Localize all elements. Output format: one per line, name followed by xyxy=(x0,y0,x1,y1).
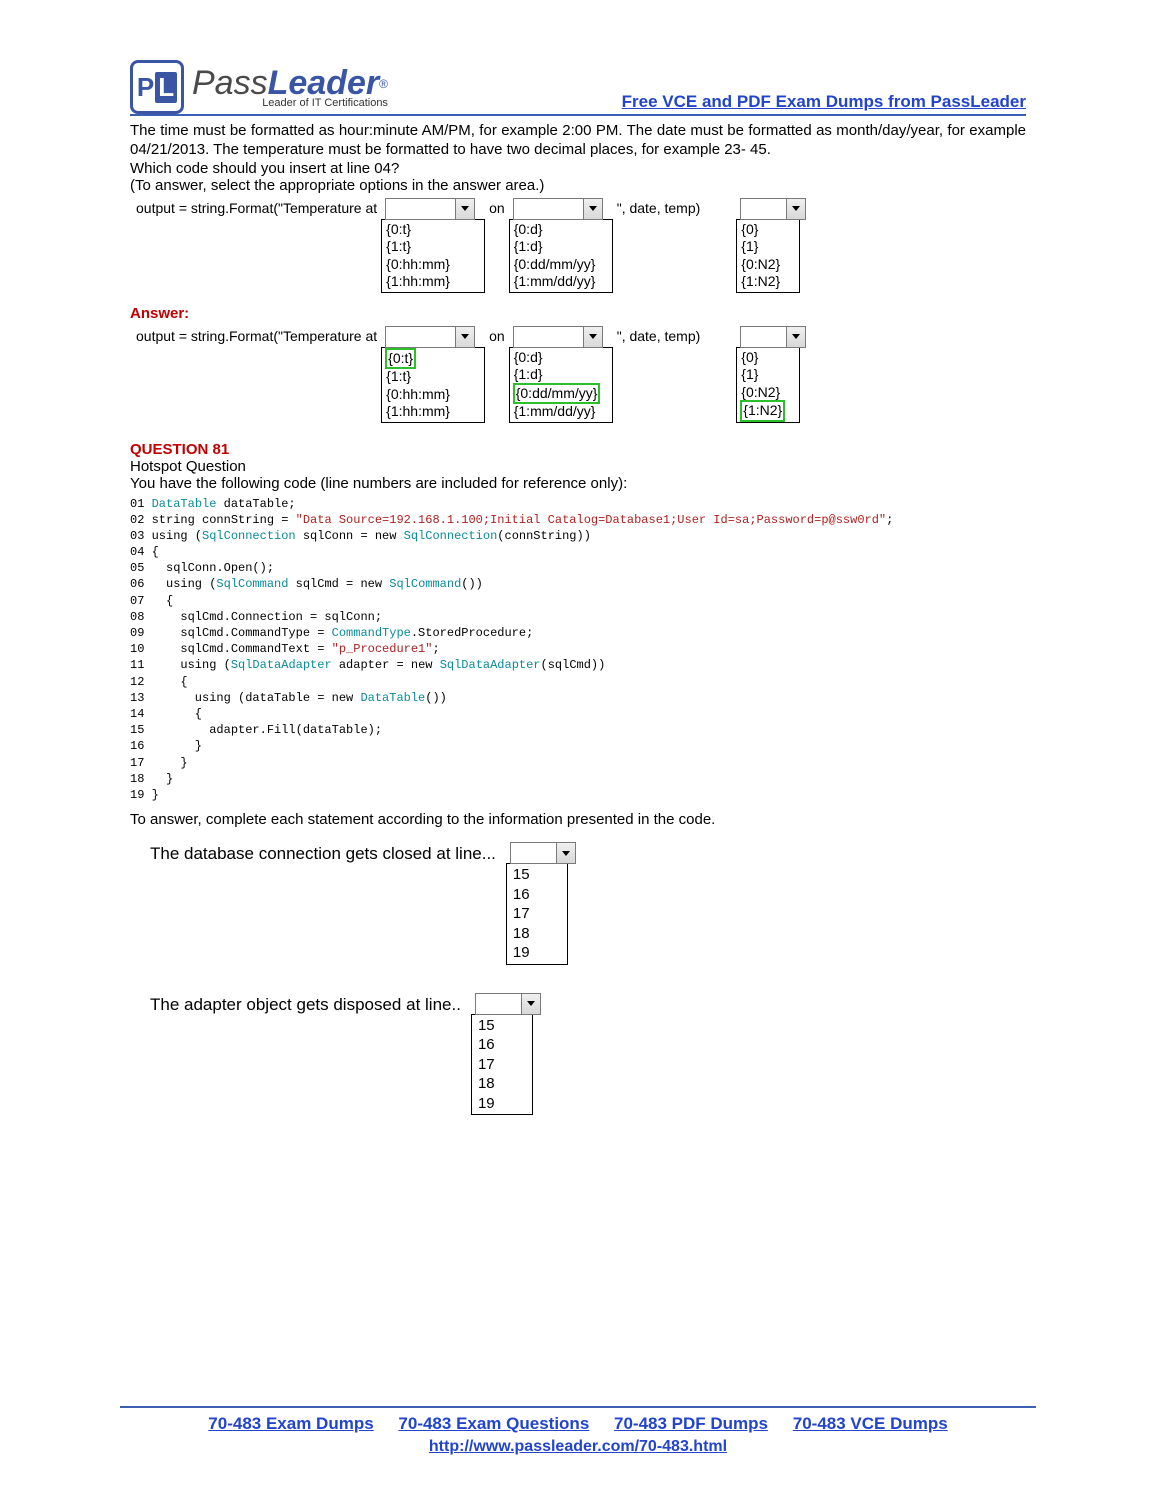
q81-opt[interactable]: 18 xyxy=(478,1074,526,1094)
answer-label: Answer: xyxy=(130,305,1026,322)
q81-options-2: 15 16 17 18 19 xyxy=(471,1014,533,1116)
q80-options-3: {0} {1} {0:N2} {1:N2} xyxy=(736,219,800,293)
q80-ans-options-1: {0:t} {1:t} {0:hh:mm} {1:hh:mm} xyxy=(381,347,485,423)
chevron-down-icon xyxy=(583,199,602,219)
footer-link[interactable]: 70-483 Exam Questions xyxy=(398,1414,589,1433)
q80-opt: {0} xyxy=(741,349,795,367)
q80-dropdown-3[interactable] xyxy=(740,198,806,220)
q80-opt[interactable]: {0:d} xyxy=(514,221,608,239)
chevron-down-icon xyxy=(583,327,602,347)
q80-opt[interactable]: {1:d} xyxy=(514,238,608,256)
q81-opt[interactable]: 18 xyxy=(513,924,561,944)
q80-opt: {0:d} xyxy=(514,349,608,367)
q81-opt[interactable]: 19 xyxy=(478,1094,526,1114)
q80-tail: ", date, temp) xyxy=(613,198,705,216)
logo: PL PassLeader® Leader of IT Certificatio… xyxy=(130,60,388,114)
footer-divider xyxy=(120,1406,1036,1408)
intro-p3: (To answer, select the appropriate optio… xyxy=(130,177,1026,194)
q81-label: QUESTION 81 xyxy=(130,441,1026,458)
q80-opt: {0:N2} xyxy=(741,384,795,402)
footer-link[interactable]: 70-483 PDF Dumps xyxy=(614,1414,768,1433)
chevron-down-icon xyxy=(786,327,805,347)
intro-p2: Which code should you insert at line 04? xyxy=(130,160,1026,177)
logo-badge: PL xyxy=(130,60,184,114)
footer-links: 70-483 Exam Dumps 70-483 Exam Questions … xyxy=(0,1414,1156,1434)
q80-opt[interactable]: {0:N2} xyxy=(741,256,795,274)
footer-link[interactable]: 70-483 VCE Dumps xyxy=(793,1414,948,1433)
q80-options-1: {0:t} {1:t} {0:hh:mm} {1:hh:mm} xyxy=(381,219,485,293)
q80-opt[interactable]: {1:N2} xyxy=(741,273,795,291)
q81-code: 01 DataTable dataTable; 02 string connSt… xyxy=(130,496,1026,804)
q81-opt[interactable]: 15 xyxy=(478,1016,526,1036)
q81-opt[interactable]: 16 xyxy=(478,1035,526,1055)
q80-opt[interactable]: {0:t} xyxy=(386,221,480,239)
q81-opt[interactable]: 15 xyxy=(513,865,561,885)
q80-dropdown-2[interactable] xyxy=(513,198,603,220)
q80-question-row: output = string.Format("Temperature at {… xyxy=(130,198,1026,293)
q81-opt[interactable]: 17 xyxy=(478,1055,526,1075)
footer: 70-483 Exam Dumps 70-483 Exam Questions … xyxy=(0,1402,1156,1456)
q80-opt: {0:t} xyxy=(386,349,480,369)
q80-answer-row: output = string.Format("Temperature at {… xyxy=(130,326,1026,423)
q80-lead: output = string.Format("Temperature at xyxy=(130,198,381,216)
q80-opt: {1:mm/dd/yy} xyxy=(514,403,608,421)
q80-opt[interactable]: {0:dd/mm/yy} xyxy=(514,256,608,274)
chevron-down-icon xyxy=(455,327,474,347)
q81-prompt: You have the following code (line number… xyxy=(130,475,1026,492)
logo-leader: Leader xyxy=(268,64,380,102)
header-link[interactable]: Free VCE and PDF Exam Dumps from PassLea… xyxy=(388,92,1026,114)
q81-opt[interactable]: 19 xyxy=(513,943,561,963)
q81-subtitle: Hotspot Question xyxy=(130,458,1026,475)
logo-pass: Pass xyxy=(192,64,268,102)
q80-lead: output = string.Format("Temperature at xyxy=(130,326,381,344)
footer-link[interactable]: 70-483 Exam Dumps xyxy=(208,1414,373,1433)
q80-opt: {1:t} xyxy=(386,368,480,386)
intro-p1: The time must be formatted as hour:minut… xyxy=(130,122,1026,160)
chevron-down-icon xyxy=(556,843,575,863)
q80-opt: {1:d} xyxy=(514,366,608,384)
q80-opt[interactable]: {0:hh:mm} xyxy=(386,256,480,274)
chevron-down-icon xyxy=(455,199,474,219)
q81-stmt1-row: The database connection gets closed at l… xyxy=(150,842,1026,965)
q80-opt: {1} xyxy=(741,366,795,384)
logo-text: PassLeader® Leader of IT Certifications xyxy=(192,66,388,109)
q80-dropdown-1[interactable] xyxy=(385,198,475,220)
q80-opt[interactable]: {1:t} xyxy=(386,238,480,256)
q80-options-2: {0:d} {1:d} {0:dd/mm/yy} {1:mm/dd/yy} xyxy=(509,219,613,293)
q80-ans-options-3: {0} {1} {0:N2} {1:N2} xyxy=(736,347,800,423)
q80-opt[interactable]: {1:mm/dd/yy} xyxy=(514,273,608,291)
q81-opt[interactable]: 16 xyxy=(513,885,561,905)
q81-stmt2: The adapter object gets disposed at line… xyxy=(150,993,471,1015)
logo-reg: ® xyxy=(379,77,388,91)
q80-opt: {1:hh:mm} xyxy=(386,403,480,421)
q80-opt: {1:N2} xyxy=(741,401,795,421)
q80-on: on xyxy=(485,326,509,344)
chevron-down-icon xyxy=(786,199,805,219)
q80-ans-dropdown-3[interactable] xyxy=(740,326,806,348)
q81-stmt2-row: The adapter object gets disposed at line… xyxy=(150,993,1026,1116)
footer-url[interactable]: http://www.passleader.com/70-483.html xyxy=(0,1438,1156,1456)
q80-opt: {0:hh:mm} xyxy=(386,386,480,404)
q80-tail: ", date, temp) xyxy=(613,326,705,344)
q80-ans-dropdown-1[interactable] xyxy=(385,326,475,348)
q81-stmt1: The database connection gets closed at l… xyxy=(150,842,506,864)
q80-opt: {0:dd/mm/yy} xyxy=(514,384,608,404)
q80-opt[interactable]: {0} xyxy=(741,221,795,239)
q80-ans-options-2: {0:d} {1:d} {0:dd/mm/yy} {1:mm/dd/yy} xyxy=(509,347,613,423)
q80-opt[interactable]: {1} xyxy=(741,238,795,256)
chevron-down-icon xyxy=(521,994,540,1014)
q81-after: To answer, complete each statement accor… xyxy=(130,811,1026,828)
q80-ans-dropdown-2[interactable] xyxy=(513,326,603,348)
q81-dropdown-2[interactable] xyxy=(475,993,541,1015)
q81-dropdown-1[interactable] xyxy=(510,842,576,864)
q80-opt[interactable]: {1:hh:mm} xyxy=(386,273,480,291)
q80-on: on xyxy=(485,198,509,216)
q81-options-1: 15 16 17 18 19 xyxy=(506,863,568,965)
q81-opt[interactable]: 17 xyxy=(513,904,561,924)
